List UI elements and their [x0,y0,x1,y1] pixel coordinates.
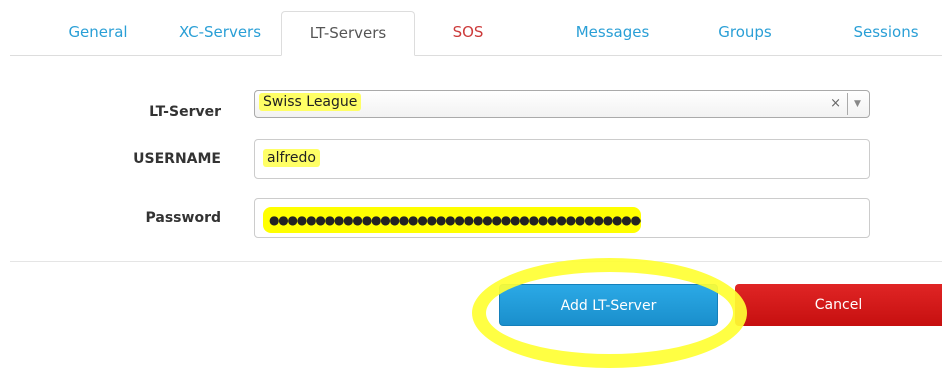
cancel-button[interactable]: Cancel [735,284,942,326]
tab-groups[interactable]: Groups [710,11,780,54]
tab-lt-servers[interactable]: LT-Servers [281,11,415,56]
username-label: USERNAME [133,151,221,167]
lt-server-selected-value: Swiss League [259,93,362,111]
clear-icon[interactable]: × [830,96,841,111]
tab-bar: General XC-Servers LT-Servers SOS Messag… [10,11,942,56]
username-field[interactable]: alfredo [254,139,870,179]
tab-general[interactable]: General [58,11,138,54]
chevron-down-icon[interactable]: ▼ [847,93,867,115]
tab-sos[interactable]: SOS [442,11,494,54]
lt-server-label: LT-Server [149,104,221,120]
password-label: Password [145,210,221,226]
tab-xc-servers[interactable]: XC-Servers [170,11,270,54]
password-value: ●●●●●●●●●●●●●●●●●●●●●●●●●●●●●●●●●●●●●●●●… [263,207,641,233]
add-lt-server-button[interactable]: Add LT-Server [499,284,718,326]
form-divider [10,261,942,262]
tab-sessions[interactable]: Sessions [845,11,927,54]
lt-server-select[interactable]: Swiss League × ▼ [254,90,870,118]
tab-messages[interactable]: Messages [565,11,660,54]
password-field[interactable]: ●●●●●●●●●●●●●●●●●●●●●●●●●●●●●●●●●●●●●●●●… [254,198,870,238]
username-value: alfredo [263,149,320,167]
